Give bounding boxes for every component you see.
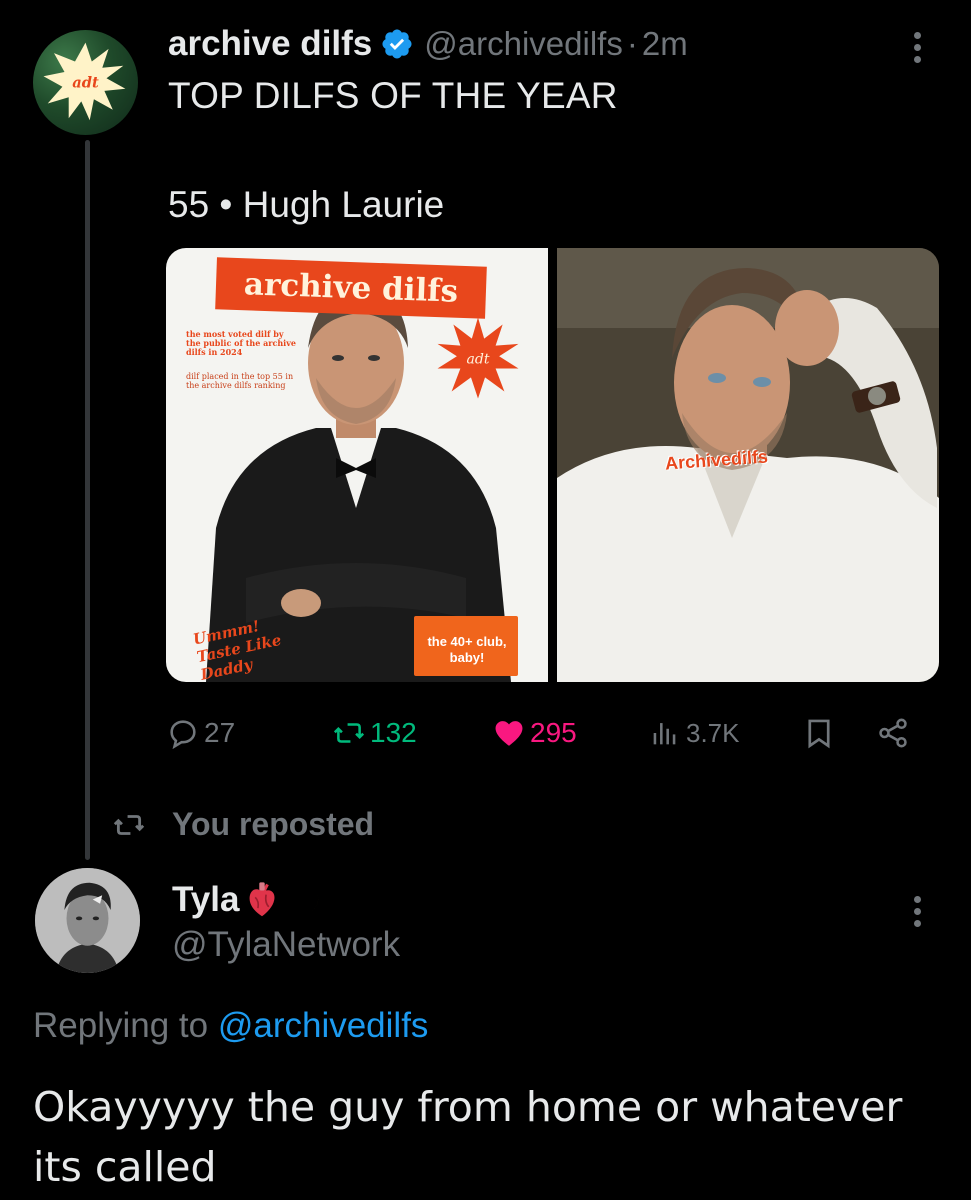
reply-count: 27 bbox=[204, 717, 236, 748]
cover-burst-badge-icon: adt bbox=[437, 317, 519, 399]
thread-connector bbox=[85, 140, 90, 860]
reply-icon bbox=[170, 720, 196, 750]
avatar-archivedilfs[interactable]: adt bbox=[33, 30, 138, 135]
like-button[interactable]: 295 bbox=[492, 708, 577, 758]
reply-author-name[interactable]: Tyla bbox=[172, 880, 239, 920]
author-handle[interactable]: @archivedilfs bbox=[424, 25, 623, 63]
replying-to-line: Replying to @archivedilfs bbox=[33, 1006, 428, 1046]
media-image-left[interactable]: archive dilfs adt the most voted dilf by… bbox=[166, 248, 548, 682]
post-time[interactable]: 2m bbox=[642, 25, 688, 63]
anatomical-heart-emoji-icon bbox=[250, 882, 275, 917]
post-subtitle-text: 55 • Hugh Laurie bbox=[168, 184, 445, 225]
more-icon-dot bbox=[913, 920, 921, 927]
reply-more-options-button[interactable] bbox=[905, 892, 929, 932]
crescent-moon-emoji-icon bbox=[296, 885, 319, 914]
bookmark-button[interactable] bbox=[802, 708, 836, 758]
tyla-avatar-photo bbox=[35, 868, 140, 973]
reply-author-handle[interactable]: @TylaNetwork bbox=[172, 925, 400, 965]
replying-to-prefix: Replying to bbox=[33, 1006, 218, 1045]
post-action-bar: 27 132 295 3.7K bbox=[166, 708, 926, 758]
more-icon-dot bbox=[913, 908, 921, 915]
media-image-right[interactable]: Archivedilfs bbox=[557, 248, 939, 682]
repost-notice-icon bbox=[113, 814, 145, 835]
more-icon-dot bbox=[913, 56, 921, 63]
avatar-tyla[interactable] bbox=[35, 868, 140, 973]
repost-icon bbox=[333, 723, 365, 743]
cover-40-club-box: the 40+ club, baby! bbox=[414, 616, 518, 676]
share-icon bbox=[879, 718, 907, 748]
reply-button[interactable]: 27 bbox=[166, 708, 235, 758]
more-options-button[interactable] bbox=[905, 28, 929, 68]
more-icon bbox=[913, 896, 921, 903]
verified-icon bbox=[382, 29, 412, 59]
repost-notice-text: You reposted bbox=[172, 806, 375, 842]
post-author-row: archive dilfs @archivedilfs · 2m bbox=[168, 22, 688, 66]
cover-blurb-ranking: dilf placed in the top 55 in the archive… bbox=[186, 372, 294, 390]
author-display-name[interactable]: archive dilfs bbox=[168, 24, 372, 64]
like-count: 295 bbox=[530, 717, 577, 748]
reply-body-text: Okayyyyy the guy from home or whatever i… bbox=[33, 1083, 903, 1191]
replying-to-mention[interactable]: @archivedilfs bbox=[218, 1006, 429, 1045]
meta-separator: · bbox=[626, 25, 638, 62]
repost-button[interactable]: 132 bbox=[332, 708, 417, 758]
more-icon bbox=[913, 32, 921, 39]
like-icon bbox=[495, 721, 523, 746]
cover-ribbon-title: archive dilfs bbox=[215, 257, 487, 319]
views-button[interactable]: 3.7K bbox=[648, 708, 740, 758]
post-title-text: TOP DILFS OF THE YEAR bbox=[168, 75, 618, 116]
views-icon bbox=[653, 723, 676, 745]
logo-text: adt bbox=[72, 75, 99, 92]
repost-notice[interactable]: You reposted bbox=[112, 806, 374, 843]
cover-badge-text: adt bbox=[466, 351, 489, 367]
reply-author-row: Tyla bbox=[172, 878, 321, 922]
more-icon-dot bbox=[913, 44, 921, 51]
bookmark-icon bbox=[808, 719, 830, 749]
repost-count: 132 bbox=[370, 717, 417, 748]
archive-dilfs-logo-icon: adt bbox=[43, 42, 126, 121]
views-count: 3.7K bbox=[686, 717, 740, 748]
share-button[interactable] bbox=[876, 708, 910, 758]
cover-blurb-voted: the most voted dilf by the public of the… bbox=[186, 329, 296, 357]
